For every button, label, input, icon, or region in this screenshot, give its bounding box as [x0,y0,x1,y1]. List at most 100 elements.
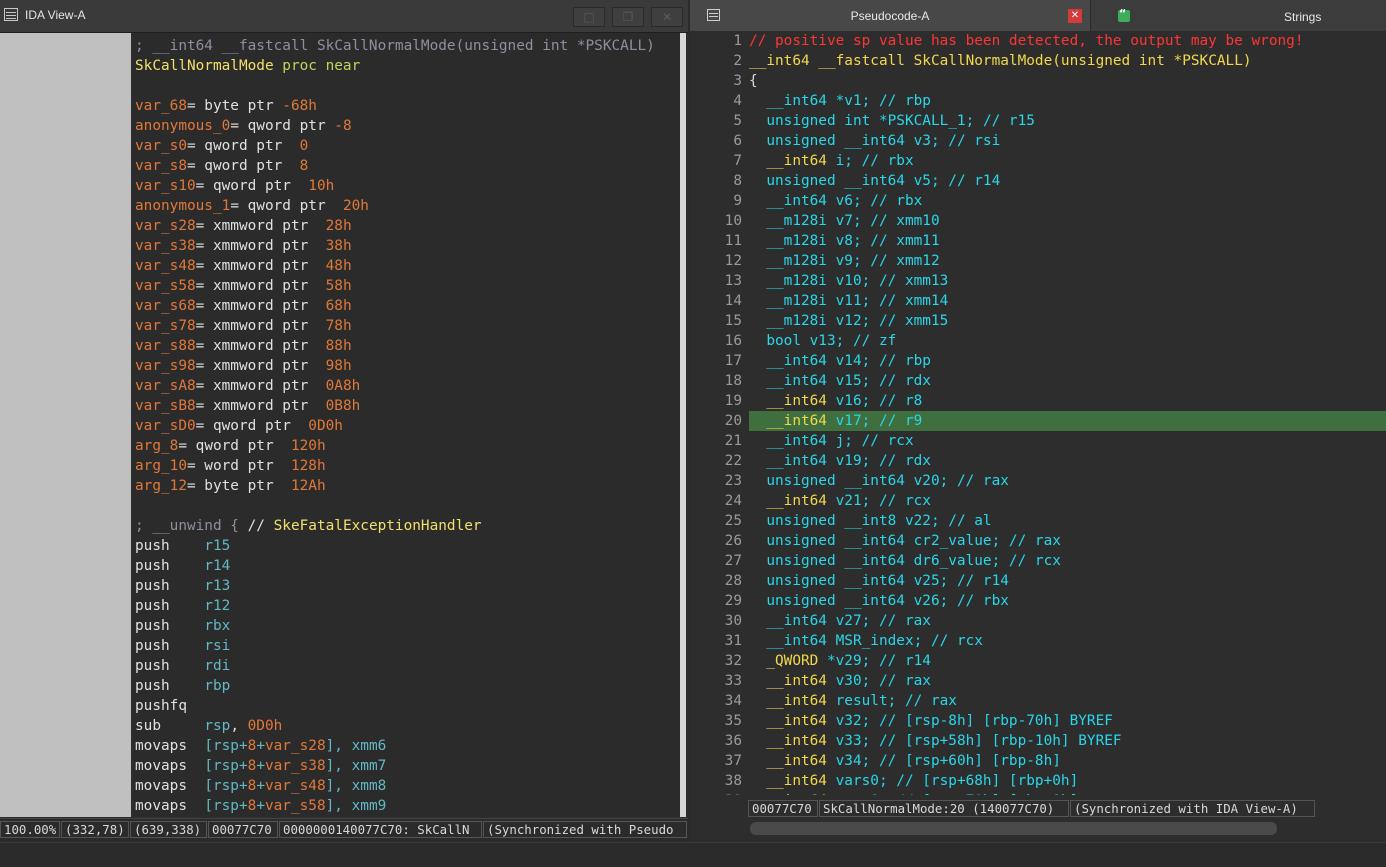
disasm-line[interactable]: push rsi [135,636,230,656]
disasm-line[interactable]: push r13 [135,576,230,596]
disasm-line[interactable]: SkCallNormalMode proc near [135,56,360,76]
window-close-button[interactable]: ✕ [651,7,683,27]
pseudocode-line[interactable]: 35 __int64 v32; // [rsp-8h] [rbp-70h] BY… [690,711,1386,731]
pseudocode-line[interactable]: 5 unsigned int *PSKCALL_1; // r15 [690,111,1386,131]
disasm-line[interactable]: movaps [rsp+8+var_s58], xmm9 [135,796,386,816]
line-number: 5 [733,113,742,129]
pseudocode-line[interactable]: 36 __int64 v33; // [rsp+58h] [rbp-10h] B… [690,731,1386,751]
disasm-line[interactable]: anonymous_0= qword ptr -8 [135,116,352,136]
pseudocode-line[interactable]: 17 __int64 v14; // rbp [690,351,1386,371]
disasm-line[interactable]: var_s10= qword ptr 10h [135,176,334,196]
disasm-line[interactable]: arg_12= byte ptr 12Ah [135,476,326,496]
pseudocode-line[interactable]: 37 __int64 v34; // [rsp+60h] [rbp-8h] [690,751,1386,771]
window-restore-button[interactable]: □ [573,7,605,27]
pseudocode-line[interactable]: 7 __int64 i; // rbx [690,151,1386,171]
disassembly-listing[interactable]: ; __int64 __fastcall SkCallNormalMode(un… [133,33,678,817]
pseudocode-line[interactable]: 10 __m128i v7; // xmm10 [690,211,1386,231]
ida-view-scroll-thumb[interactable] [680,33,686,817]
pseudocode-line[interactable]: 4 __int64 *v1; // rbp [690,91,1386,111]
pseudocode-line[interactable]: 26 unsigned __int64 cr2_value; // rax [690,531,1386,551]
disasm-line[interactable]: var_sA8= xmmword ptr 0A8h [135,376,360,396]
disasm-line[interactable]: arg_10= word ptr 128h [135,456,326,476]
disasm-line[interactable]: var_s48= xmmword ptr 48h [135,256,352,276]
pseudocode-line[interactable]: 2 __int64 __fastcall SkCallNormalMode(uns… [690,51,1386,71]
disasm-line[interactable]: movaps [rsp+8+var_s28], xmm6 [135,736,386,756]
pseudocode-line[interactable]: 3{ [690,71,1386,91]
pseudocode-line[interactable]: 28 unsigned __int64 v25; // r14 [690,571,1386,591]
pseudocode-line[interactable]: 29 unsigned __int64 v26; // rbx [690,591,1386,611]
disasm-line[interactable]: var_s0= qword ptr 0 [135,136,308,156]
ida-view-scrollbar[interactable] [679,33,687,817]
disasm-line[interactable]: push r14 [135,556,230,576]
pseudocode-line[interactable]: 23 unsigned __int64 v20; // rax [690,471,1386,491]
disasm-token: movaps [135,798,205,814]
disasm-line[interactable]: var_s98= xmmword ptr 98h [135,356,352,376]
disasm-token: 78h [325,318,352,334]
pseudocode-line[interactable]: 1 // positive sp value has been detected,… [690,31,1386,51]
line-number: 36 [724,733,742,749]
pseudocode-text: __int64 vars0; // [rsp+68h] [rbp+0h] [749,771,1386,791]
pseudocode-line[interactable]: 20 __int64 v17; // r9 [690,411,1386,431]
disasm-token: [rsp+ [204,738,248,754]
disasm-line[interactable]: var_s88= xmmword ptr 88h [135,336,352,356]
pseudocode-line[interactable]: 34 __int64 result; // rax [690,691,1386,711]
disasm-line[interactable]: pushfq [135,696,187,716]
disasm-line[interactable]: ; __unwind { // SkeFatalExceptionHandler [135,516,482,536]
pseudocode-line[interactable]: 21 __int64 j; // rcx [690,431,1386,451]
disasm-line[interactable]: push r12 [135,596,230,616]
pseudocode-line[interactable]: 6 unsigned __int64 v3; // rsi [690,131,1386,151]
pseudocode-line[interactable]: 33 __int64 v30; // rax [690,671,1386,691]
pseudocode-line[interactable]: 15 __m128i v12; // xmm15 [690,311,1386,331]
pseudocode-line[interactable]: 39 __int64 vars8; // [rsp+70h] [rbp+8h] [690,791,1386,795]
disasm-line[interactable]: var_sD0= qword ptr 0D0h [135,416,343,436]
disasm-line[interactable]: push r15 [135,536,230,556]
disasm-line[interactable]: var_s78= xmmword ptr 78h [135,316,352,336]
disasm-token: r13 [204,578,231,594]
pseudocode-line[interactable]: 19 __int64 v16; // r8 [690,391,1386,411]
window-float-button[interactable]: ❐ [612,7,644,27]
pseudocode-line[interactable]: 9 __int64 v6; // rbx [690,191,1386,211]
line-number: 18 [724,373,742,389]
disasm-line[interactable]: push rbp [135,676,230,696]
disasm-line[interactable]: push rbx [135,616,230,636]
pseudocode-listing[interactable]: 1 // positive sp value has been detected,… [690,31,1386,795]
disasm-line[interactable]: var_sB8= xmmword ptr 0B8h [135,396,360,416]
disasm-token: var_s48 [264,778,326,794]
disasm-token: var_s28 [135,218,196,234]
pseudocode-line[interactable]: 27 unsigned __int64 dr6_value; // rcx [690,551,1386,571]
pseudocode-horizontal-scrollbar[interactable] [750,822,1277,835]
ida-view-tab-title[interactable]: IDA View-A [25,8,85,22]
disasm-line[interactable]: var_s8= qword ptr 8 [135,156,308,176]
pseudocode-text: __int64 v14; // rbp [749,351,1386,371]
pseudocode-line[interactable]: 31 __int64 MSR_index; // rcx [690,631,1386,651]
pseudocode-line[interactable]: 8 unsigned __int64 v5; // r14 [690,171,1386,191]
disasm-line[interactable]: var_s68= xmmword ptr 68h [135,296,352,316]
disasm-line[interactable]: var_68= byte ptr -68h [135,96,317,116]
pseudocode-line[interactable]: 32 _QWORD *v29; // r14 [690,651,1386,671]
disasm-token: rbx [204,618,231,634]
pseudocode-line[interactable]: 12 __m128i v9; // xmm12 [690,251,1386,271]
pseudocode-line[interactable]: 30 __int64 v27; // rax [690,611,1386,631]
pseudocode-line[interactable]: 16 bool v13; // zf [690,331,1386,351]
pseudocode-line[interactable]: 38 __int64 vars0; // [rsp+68h] [rbp+0h] [690,771,1386,791]
pseudocode-line[interactable]: 18 __int64 v15; // rdx [690,371,1386,391]
pseudocode-line[interactable]: 14 __m128i v11; // xmm14 [690,291,1386,311]
pseudocode-line[interactable]: 25 unsigned __int8 v22; // al [690,511,1386,531]
disasm-line[interactable]: movaps [rsp+8+var_s38], xmm7 [135,756,386,776]
pseudocode-line[interactable]: 24 __int64 v21; // rcx [690,491,1386,511]
disasm-line[interactable]: arg_8= qword ptr 120h [135,436,326,456]
disasm-line[interactable]: ; __int64 __fastcall SkCallNormalMode(un… [135,36,655,56]
pseudocode-text: __int64 v15; // rdx [749,371,1386,391]
disasm-line[interactable]: var_s58= xmmword ptr 58h [135,276,352,296]
pseudocode-line[interactable]: 13 __m128i v10; // xmm13 [690,271,1386,291]
pseudocode-line[interactable]: 11 __m128i v8; // xmm11 [690,231,1386,251]
disasm-line[interactable]: sub rsp, 0D0h [135,716,282,736]
disasm-line[interactable]: anonymous_1= qword ptr 20h [135,196,369,216]
disasm-line[interactable]: var_s28= xmmword ptr 28h [135,216,352,236]
tab-pseudocode[interactable]: Pseudocode-A ✕ [690,0,1091,32]
close-icon[interactable]: ✕ [1068,9,1082,23]
pseudocode-line[interactable]: 22 __int64 v19; // rdx [690,451,1386,471]
disasm-line[interactable]: var_s38= xmmword ptr 38h [135,236,352,256]
disasm-line[interactable]: movaps [rsp+8+var_s48], xmm8 [135,776,386,796]
disasm-line[interactable]: push rdi [135,656,230,676]
